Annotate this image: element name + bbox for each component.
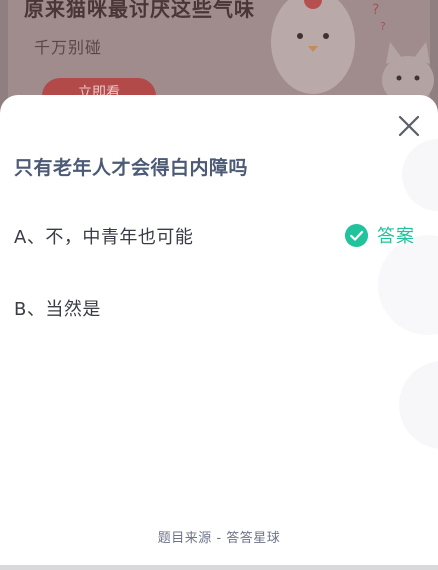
close-icon: [398, 115, 420, 137]
banner-title: 原来猫咪最讨厌这些气味: [24, 0, 255, 21]
svg-text:?: ?: [372, 2, 379, 18]
banner-subtitle: 千万别碰: [34, 38, 103, 57]
close-button[interactable]: [396, 113, 422, 139]
option-b-label: B、当然是: [14, 299, 101, 320]
option-a[interactable]: A、不，中青年也可能 答案: [0, 213, 438, 257]
quiz-sheet: 只有老年人才会得白内障吗 A、不，中青年也可能 答案 B、当然是 题目来源 - …: [0, 95, 438, 565]
answer-badge: 答案: [344, 222, 415, 248]
question-source: 题目来源 - 答答星球: [157, 531, 281, 546]
bottom-divider: [0, 565, 438, 570]
svg-text:?: ?: [380, 20, 386, 33]
question-title: 只有老年人才会得白内障吗: [14, 157, 249, 179]
check-circle-icon: [344, 223, 369, 247]
option-b[interactable]: B、当然是: [0, 285, 438, 329]
answer-label: 答案: [377, 226, 415, 247]
option-a-label: A、不，中青年也可能: [14, 227, 194, 248]
